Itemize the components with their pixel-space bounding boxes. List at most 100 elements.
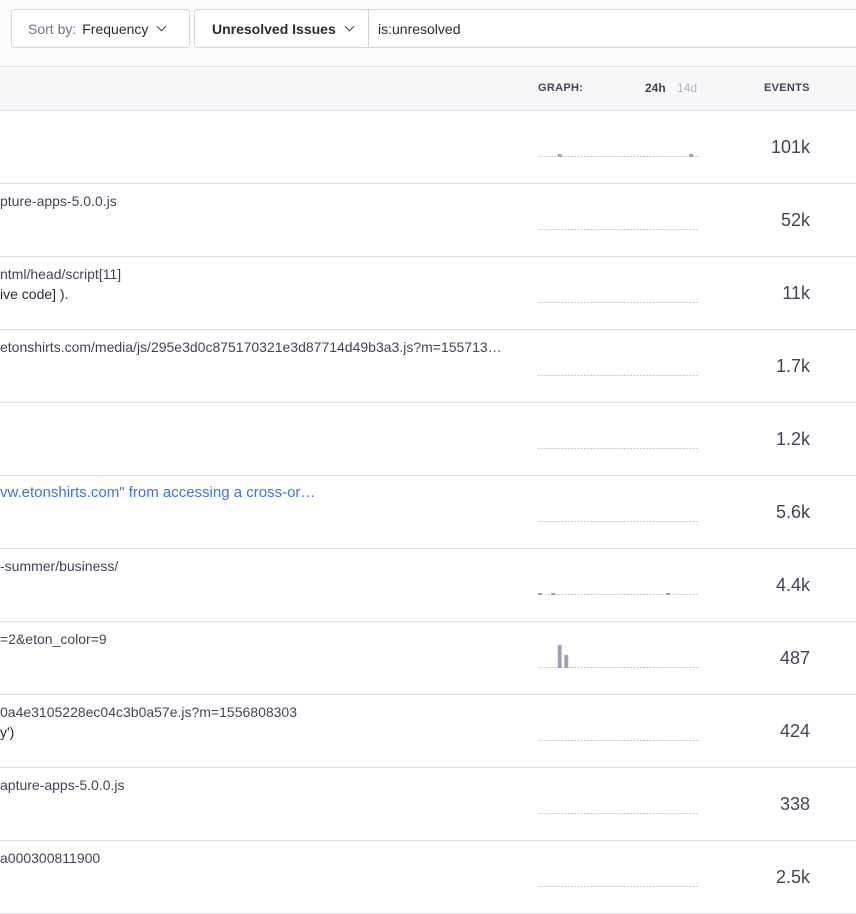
sparkline-baseline-tick — [538, 886, 540, 887]
sparkline-baseline-tick — [692, 594, 695, 595]
sparkline-baseline-tick — [587, 886, 590, 887]
sparkline-baseline-tick — [574, 375, 577, 376]
issue-table-header: GRAPH: 24h 14d EVENTS — [0, 66, 856, 111]
sparkline-baseline-tick — [679, 594, 682, 595]
sparkline-baseline-tick — [570, 375, 573, 376]
sparkline-baseline-tick — [633, 667, 636, 668]
sparkline-bar — [666, 593, 671, 595]
sparkline-baseline-tick — [580, 448, 583, 449]
sparkline-baseline-tick — [597, 448, 600, 449]
sparkline-baseline-tick — [561, 375, 563, 376]
sparkline-baseline-tick — [603, 302, 606, 303]
sparkline-baseline-tick — [547, 886, 550, 887]
issue-title-link[interactable]: vw.etonshirts.com" from accessing a cros… — [0, 484, 315, 501]
sparkline-baseline-tick — [613, 521, 616, 522]
sparkline-baseline-tick — [626, 302, 629, 303]
sparkline-baseline-tick — [593, 448, 596, 449]
sparkline-baseline-tick — [653, 813, 655, 814]
issue-row[interactable]: 1.2k — [0, 403, 856, 476]
sparkline-baseline-tick — [587, 521, 590, 522]
sparkline-baseline-tick — [567, 156, 570, 157]
sparkline-baseline-tick — [557, 594, 560, 595]
sparkline-baseline-tick — [666, 448, 669, 449]
sparkline-baseline-tick — [630, 521, 632, 522]
issue-row[interactable]: 0a4e3105228ec04c3b0a57e.js?m=1556808303 y… — [0, 695, 856, 768]
issue-row[interactable]: pture-apps-5.0.0.js 52k — [0, 184, 856, 257]
sparkline-baseline-tick — [600, 375, 603, 376]
sparkline-baseline-tick — [620, 375, 623, 376]
sparkline-baseline-tick — [666, 302, 669, 303]
sparkline-baseline-tick — [610, 375, 613, 376]
sparkline-baseline-tick — [620, 302, 623, 303]
period-14d-toggle[interactable]: 14d — [677, 81, 697, 95]
event-sparkline — [538, 740, 698, 741]
sparkline-baseline-tick — [689, 229, 692, 230]
sparkline-baseline-tick — [653, 667, 655, 668]
sparkline-baseline-tick — [544, 886, 547, 887]
issue-row[interactable]: apture-apps-5.0.0.js 338 — [0, 768, 856, 841]
sparkline-baseline-tick — [587, 813, 590, 814]
event-count: 4.4k — [775, 575, 810, 595]
sparkline-baseline-tick — [682, 886, 685, 887]
issue-row[interactable]: etonshirts.com/media/js/295e3d0c87517032… — [0, 330, 856, 403]
sparkline-bar — [551, 593, 556, 595]
sparkline-baseline-tick — [587, 594, 590, 595]
sparkline-baseline-tick — [574, 740, 577, 741]
sparkline-baseline-tick — [610, 448, 613, 449]
sparkline-baseline-tick — [653, 302, 655, 303]
sparkline-baseline-tick — [623, 521, 626, 522]
sparkline-baseline-tick — [570, 521, 573, 522]
sparkline-baseline-tick — [603, 813, 606, 814]
saved-search-dropdown-button[interactable]: Unresolved Issues — [194, 9, 369, 48]
sparkline-baseline-tick — [610, 594, 613, 595]
sparkline-baseline-tick — [590, 302, 593, 303]
period-24h-toggle[interactable]: 24h — [645, 81, 666, 95]
sparkline-baseline-tick — [544, 229, 547, 230]
sparkline-baseline-tick — [689, 886, 692, 887]
sparkline-baseline-tick — [554, 667, 557, 668]
sparkline-bar — [557, 645, 562, 668]
sparkline-baseline-tick — [662, 229, 665, 230]
event-count: 5.6k — [775, 502, 810, 522]
search-query-text: is:unresolved — [378, 20, 461, 37]
sparkline-baseline-tick — [610, 667, 613, 668]
sparkline-baseline-tick — [630, 448, 632, 449]
issue-row[interactable]: ntml/head/script[11] ive code] ). 11k — [0, 257, 856, 330]
issue-row[interactable]: 101k — [0, 111, 856, 184]
issue-row[interactable]: =2&eton_color=9 487 — [0, 622, 856, 695]
issue-row[interactable]: a000300811900 2.5k — [0, 841, 856, 914]
sparkline-baseline-tick — [656, 229, 659, 230]
sparkline-baseline-tick — [593, 667, 596, 668]
sparkline-baseline-tick — [600, 229, 603, 230]
sparkline-baseline-tick — [649, 594, 652, 595]
sparkline-baseline-tick — [616, 886, 619, 887]
sparkline-baseline-tick — [607, 886, 609, 887]
sparkline-baseline-tick — [649, 448, 652, 449]
sparkline-baseline-tick — [597, 667, 600, 668]
sparkline-baseline-tick — [590, 156, 593, 157]
sparkline-baseline-tick — [639, 521, 642, 522]
issue-row[interactable]: -summer/business/4.4k — [0, 549, 856, 622]
sparkline-baseline-tick — [672, 375, 675, 376]
sparkline-baseline-tick — [646, 375, 649, 376]
sparkline-baseline-tick — [613, 667, 616, 668]
sparkline-baseline-tick — [580, 594, 583, 595]
sparkline-baseline-tick — [557, 740, 560, 741]
sparkline-baseline-tick — [649, 156, 652, 157]
sparkline-baseline-tick — [544, 375, 547, 376]
sparkline-baseline-tick — [672, 448, 675, 449]
sort-dropdown-button[interactable]: Sort by: Frequency — [11, 9, 190, 48]
sparkline-baseline-tick — [551, 521, 554, 522]
sparkline-baseline-tick — [636, 740, 639, 741]
sparkline-baseline-tick — [620, 156, 623, 157]
sparkline-baseline-tick — [646, 740, 649, 741]
sparkline-baseline-tick — [557, 375, 560, 376]
sparkline-baseline-tick — [541, 375, 544, 376]
sparkline-baseline-tick — [616, 521, 619, 522]
sparkline-baseline-tick — [547, 740, 550, 741]
search-input[interactable]: is:unresolved — [368, 9, 856, 48]
issue-row[interactable]: vw.etonshirts.com" from accessing a cros… — [0, 476, 856, 549]
sparkline-baseline-tick — [607, 667, 609, 668]
sparkline-baseline-tick — [623, 886, 626, 887]
sparkline-baseline-tick — [597, 594, 600, 595]
